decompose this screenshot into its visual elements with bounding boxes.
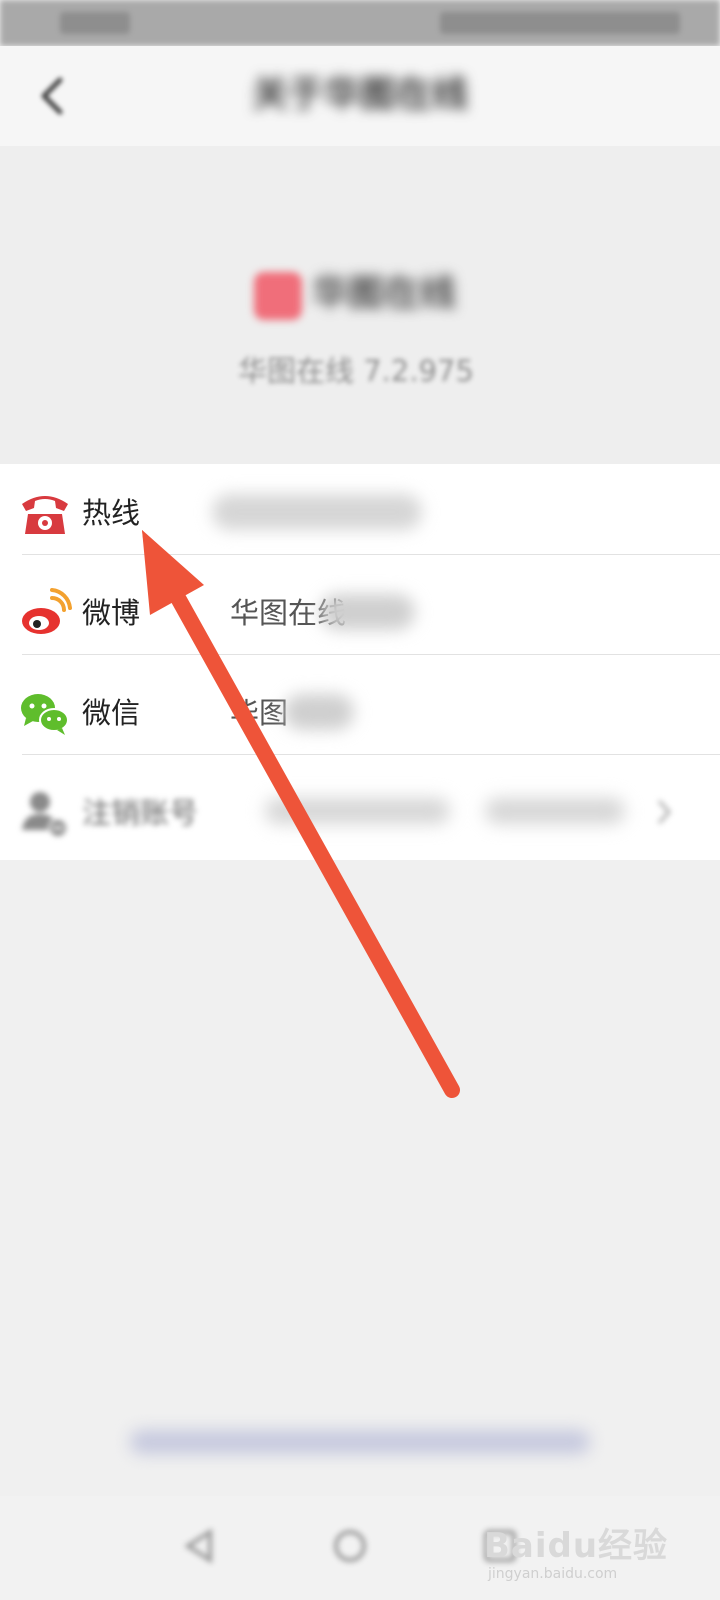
list-item-label: 微博 bbox=[82, 596, 141, 630]
chevron-right-icon bbox=[657, 799, 672, 825]
list-item-delete-account[interactable]: 注销账号 bbox=[0, 764, 720, 862]
list-item-label: 热线 bbox=[82, 496, 141, 530]
page-title: 关于华图在线 bbox=[251, 74, 468, 115]
list-item-wechat[interactable]: 微信 华图 bbox=[0, 664, 720, 762]
contact-list: 热线 微博 华图在线 微信 华图 注销账号 bbox=[0, 464, 720, 860]
status-time bbox=[60, 12, 130, 34]
weibo-icon bbox=[22, 588, 72, 634]
nav-home-icon[interactable] bbox=[330, 1526, 370, 1566]
divider bbox=[22, 654, 720, 655]
about-section: 华图在线 华图在线 7.2.975 bbox=[0, 146, 720, 464]
baidu-jingyan-watermark: Baidu经验 jingyan.baidu.com bbox=[484, 1518, 684, 1588]
wechat-value: 华图 bbox=[230, 696, 289, 730]
watermark-url: jingyan.baidu.com bbox=[488, 1566, 618, 1582]
weibo-value-redacted bbox=[320, 594, 415, 630]
nav-back-icon[interactable] bbox=[180, 1526, 220, 1566]
app-logo-icon bbox=[254, 272, 302, 320]
list-item-label: 注销账号 bbox=[82, 796, 199, 830]
list-item-hotline[interactable]: 热线 bbox=[0, 464, 720, 562]
status-bar bbox=[0, 0, 720, 46]
list-item-label: 微信 bbox=[82, 696, 141, 730]
divider bbox=[22, 754, 720, 755]
delete-account-hint-redacted bbox=[265, 798, 450, 824]
divider bbox=[22, 554, 720, 555]
back-chevron-icon[interactable] bbox=[34, 74, 70, 118]
wechat-value-redacted bbox=[284, 694, 354, 730]
status-icons bbox=[440, 12, 680, 34]
navigation-header: 关于华图在线 bbox=[0, 46, 720, 146]
app-name: 华图在线 bbox=[312, 273, 457, 314]
user-remove-icon bbox=[22, 792, 68, 838]
privacy-links-redacted bbox=[130, 1430, 590, 1454]
wechat-icon bbox=[21, 694, 69, 735]
list-item-weibo[interactable]: 微博 华图在线 bbox=[0, 564, 720, 662]
delete-account-hint-redacted bbox=[485, 798, 625, 824]
telephone-icon bbox=[22, 496, 68, 534]
watermark-logo: Baidu经验 bbox=[484, 1526, 669, 1566]
hotline-number-redacted bbox=[212, 494, 422, 530]
app-version: 华图在线 7.2.975 bbox=[238, 354, 474, 388]
